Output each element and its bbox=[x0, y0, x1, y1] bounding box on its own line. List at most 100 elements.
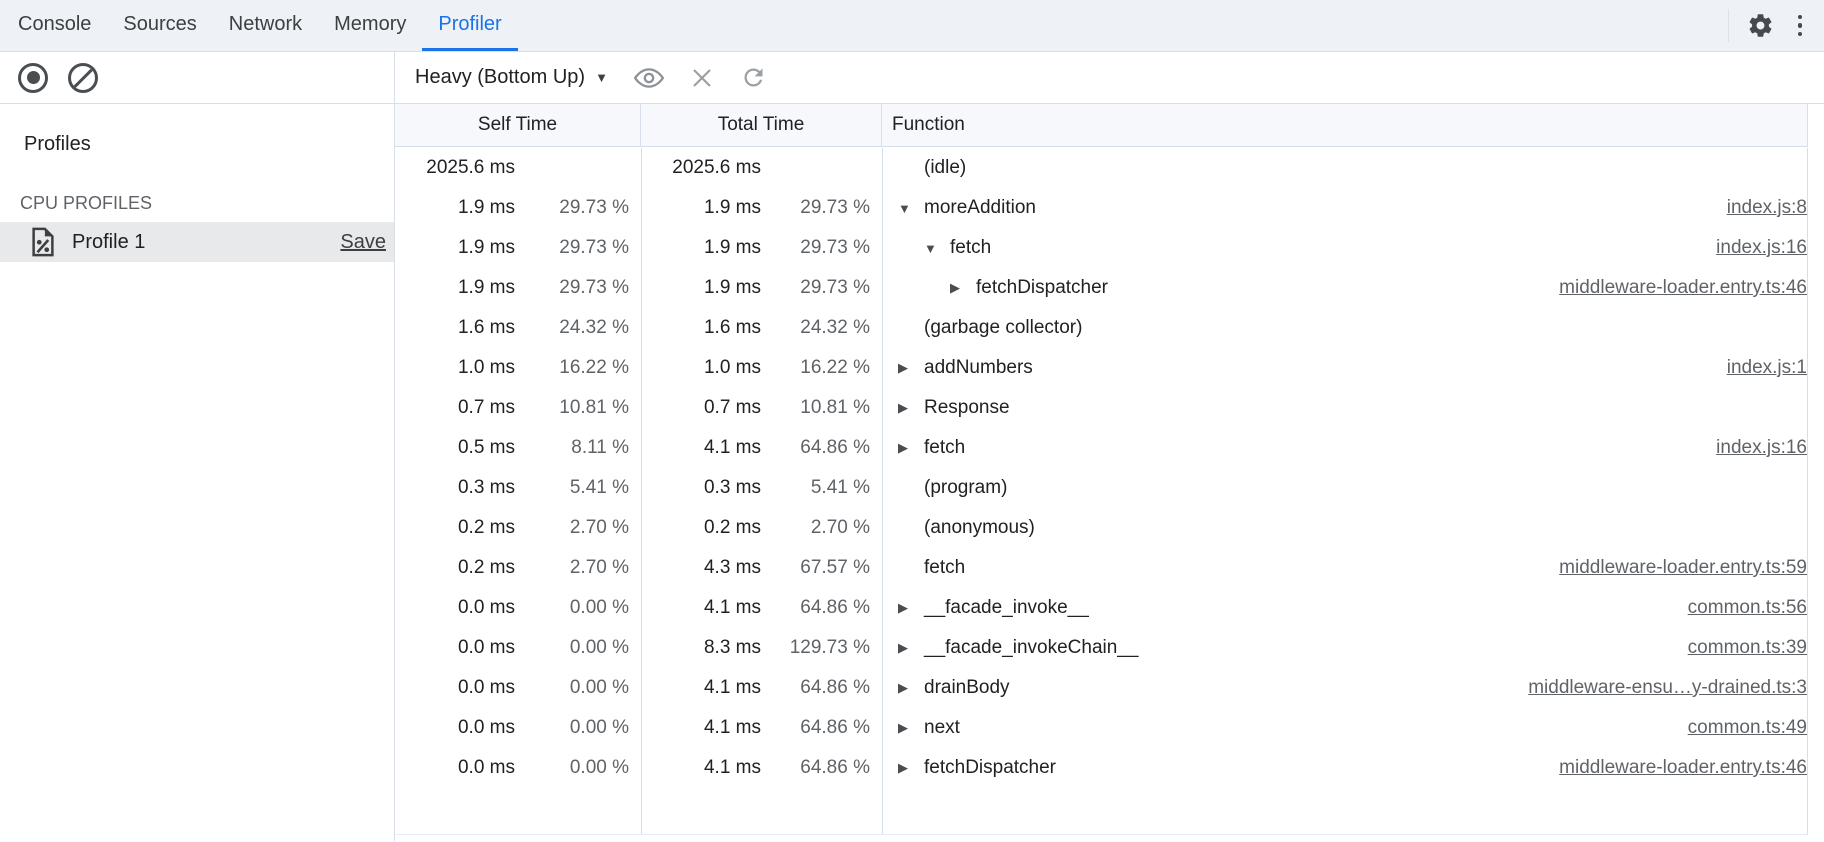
self-time-cell: 0.3 ms5.41 % bbox=[395, 477, 641, 499]
save-profile-link[interactable]: Save bbox=[340, 231, 386, 254]
source-location-link[interactable]: common.ts:56 bbox=[1668, 597, 1807, 619]
clear-profiles-icon[interactable] bbox=[68, 63, 98, 93]
source-location-link[interactable]: middleware-loader.entry.ts:46 bbox=[1539, 277, 1807, 299]
source-location-link[interactable]: middleware-loader.entry.ts:46 bbox=[1539, 757, 1807, 779]
self-time-percent: 0.00 % bbox=[515, 637, 641, 659]
focus-eye-icon[interactable] bbox=[634, 67, 664, 89]
tree-expand-icon[interactable]: ▶ bbox=[898, 360, 924, 376]
total-time-cell: 8.3 ms129.73 % bbox=[641, 637, 882, 659]
column-header-function[interactable]: Function bbox=[882, 104, 1808, 146]
tree-collapse-icon[interactable]: ▼ bbox=[924, 241, 950, 256]
tab-memory[interactable]: Memory bbox=[318, 0, 422, 51]
source-location-link[interactable]: common.ts:39 bbox=[1668, 637, 1807, 659]
total-time-cell: 4.1 ms64.86 % bbox=[641, 597, 882, 619]
record-profile-icon[interactable] bbox=[18, 63, 48, 93]
total-time-ms: 4.3 ms bbox=[641, 557, 761, 579]
table-row[interactable]: 2025.6 ms2025.6 ms (idle) bbox=[395, 148, 1807, 188]
self-time-ms: 0.3 ms bbox=[395, 477, 515, 499]
total-time-cell: 2025.6 ms bbox=[641, 157, 882, 179]
table-row[interactable]: 0.2 ms2.70 %0.2 ms2.70 %(anonymous) bbox=[395, 508, 1807, 548]
total-time-cell: 4.1 ms64.86 % bbox=[641, 717, 882, 739]
source-location-link[interactable]: common.ts:49 bbox=[1668, 717, 1807, 739]
tree-collapse-icon[interactable]: ▼ bbox=[898, 201, 924, 216]
function-name: Response bbox=[924, 397, 1010, 419]
tab-sources[interactable]: Sources bbox=[107, 0, 212, 51]
total-time-cell: 4.3 ms67.57 % bbox=[641, 557, 882, 579]
source-location-link[interactable]: index.js:16 bbox=[1696, 437, 1807, 459]
table-row[interactable]: 0.3 ms5.41 %0.3 ms5.41 % (program) bbox=[395, 468, 1807, 508]
column-header-total-time[interactable]: Total Time bbox=[641, 104, 882, 146]
self-time-percent: 2.70 % bbox=[515, 557, 641, 579]
source-location-link[interactable]: middleware-loader.entry.ts:59 bbox=[1539, 557, 1807, 579]
function-name: fetchDispatcher bbox=[976, 277, 1108, 299]
table-row[interactable]: 0.7 ms10.81 %0.7 ms10.81 %▶Response bbox=[395, 388, 1807, 428]
source-location-link[interactable]: middleware-ensu…y-drained.ts:3 bbox=[1508, 677, 1807, 699]
table-row[interactable]: 0.0 ms0.00 %4.1 ms64.86 %▶nextcommon.ts:… bbox=[395, 708, 1807, 748]
tab-network[interactable]: Network bbox=[213, 0, 318, 51]
self-time-percent: 8.11 % bbox=[515, 437, 641, 459]
function-name: fetch bbox=[924, 557, 965, 579]
tree-expand-icon[interactable]: ▶ bbox=[898, 640, 924, 656]
settings-gear-icon[interactable] bbox=[1747, 12, 1774, 39]
self-time-ms: 0.0 ms bbox=[395, 677, 515, 699]
tree-expand-icon[interactable]: ▶ bbox=[898, 400, 924, 416]
view-mode-dropdown[interactable]: Heavy (Bottom Up) ▼ bbox=[415, 66, 608, 89]
total-time-ms: 2025.6 ms bbox=[641, 157, 761, 179]
table-row[interactable]: 1.9 ms29.73 %1.9 ms29.73 %▼fetchindex.js… bbox=[395, 228, 1807, 268]
table-row[interactable]: 0.0 ms0.00 %4.1 ms64.86 %▶drainBodymiddl… bbox=[395, 668, 1807, 708]
self-time-percent: 29.73 % bbox=[515, 237, 641, 259]
total-time-percent: 10.81 % bbox=[761, 397, 882, 419]
total-time-ms: 4.1 ms bbox=[641, 717, 761, 739]
self-time-cell: 2025.6 ms bbox=[395, 157, 641, 179]
self-time-percent: 29.73 % bbox=[515, 277, 641, 299]
total-time-percent: 64.86 % bbox=[761, 757, 882, 779]
tree-expand-icon[interactable]: ▶ bbox=[898, 720, 924, 736]
table-row[interactable]: 1.0 ms16.22 %1.0 ms16.22 %▶addNumbersind… bbox=[395, 348, 1807, 388]
table-row[interactable]: 1.9 ms29.73 %1.9 ms29.73 %▼moreAdditioni… bbox=[395, 188, 1807, 228]
source-location-link[interactable]: index.js:8 bbox=[1707, 197, 1807, 219]
more-options-menu-icon[interactable] bbox=[1792, 11, 1809, 41]
table-row[interactable]: 1.6 ms24.32 %1.6 ms24.32 %(garbage colle… bbox=[395, 308, 1807, 348]
self-time-percent: 0.00 % bbox=[515, 717, 641, 739]
bottom-up-grid: Self Time Total Time Function 2025.6 ms2… bbox=[395, 104, 1824, 841]
tabbar-right-controls bbox=[1728, 0, 1824, 51]
tree-expand-icon[interactable]: ▶ bbox=[898, 680, 924, 696]
source-location-link[interactable]: index.js:16 bbox=[1696, 237, 1807, 259]
profile-document-icon bbox=[30, 227, 56, 257]
table-row[interactable]: 1.9 ms29.73 %1.9 ms29.73 %▶fetchDispatch… bbox=[395, 268, 1807, 308]
table-row[interactable]: 0.0 ms0.00 %4.1 ms64.86 %▶fetchDispatche… bbox=[395, 748, 1807, 788]
table-row[interactable]: 0.5 ms8.11 %4.1 ms64.86 %▶fetchindex.js:… bbox=[395, 428, 1807, 468]
profiles-sidebar: Profiles CPU PROFILES Profile 1 Save bbox=[0, 104, 395, 841]
total-time-cell: 1.9 ms29.73 % bbox=[641, 237, 882, 259]
exclude-close-icon[interactable] bbox=[690, 66, 714, 90]
total-time-percent: 67.57 % bbox=[761, 557, 882, 579]
total-time-percent: 2.70 % bbox=[761, 517, 882, 539]
tab-profiler[interactable]: Profiler bbox=[422, 0, 517, 51]
self-time-cell: 0.0 ms0.00 % bbox=[395, 757, 641, 779]
source-location-link[interactable]: index.js:1 bbox=[1707, 357, 1807, 379]
profiler-toolbar-left bbox=[0, 52, 395, 103]
self-time-cell: 0.0 ms0.00 % bbox=[395, 597, 641, 619]
sidebar-item-profile-1[interactable]: Profile 1 Save bbox=[0, 222, 394, 262]
total-time-ms: 1.9 ms bbox=[641, 197, 761, 219]
table-row[interactable]: 0.0 ms0.00 %4.1 ms64.86 %▶__facade_invok… bbox=[395, 588, 1807, 628]
function-cell: (program) bbox=[882, 477, 1807, 499]
self-time-percent: 24.32 % bbox=[515, 317, 641, 339]
column-header-self-time[interactable]: Self Time bbox=[395, 104, 641, 146]
restore-reload-icon[interactable] bbox=[740, 64, 767, 91]
table-row[interactable]: 0.0 ms0.00 %8.3 ms129.73 %▶__facade_invo… bbox=[395, 628, 1807, 668]
tree-expand-icon[interactable]: ▶ bbox=[950, 280, 976, 296]
tree-expand-icon[interactable]: ▶ bbox=[898, 440, 924, 456]
tab-console[interactable]: Console bbox=[2, 0, 107, 51]
table-row[interactable]: 0.2 ms2.70 %4.3 ms67.57 %fetchmiddleware… bbox=[395, 548, 1807, 588]
tree-expand-icon[interactable]: ▶ bbox=[898, 760, 924, 776]
total-time-percent: 29.73 % bbox=[761, 277, 882, 299]
function-cell: (idle) bbox=[882, 157, 1807, 179]
function-name: addNumbers bbox=[924, 357, 1033, 379]
total-time-percent: 24.32 % bbox=[761, 317, 882, 339]
self-time-ms: 0.5 ms bbox=[395, 437, 515, 459]
self-time-percent: 5.41 % bbox=[515, 477, 641, 499]
tree-expand-icon[interactable]: ▶ bbox=[898, 600, 924, 616]
cpu-profiles-heading: CPU PROFILES bbox=[20, 192, 394, 214]
profiler-toolbar-main: Heavy (Bottom Up) ▼ bbox=[395, 52, 1824, 103]
